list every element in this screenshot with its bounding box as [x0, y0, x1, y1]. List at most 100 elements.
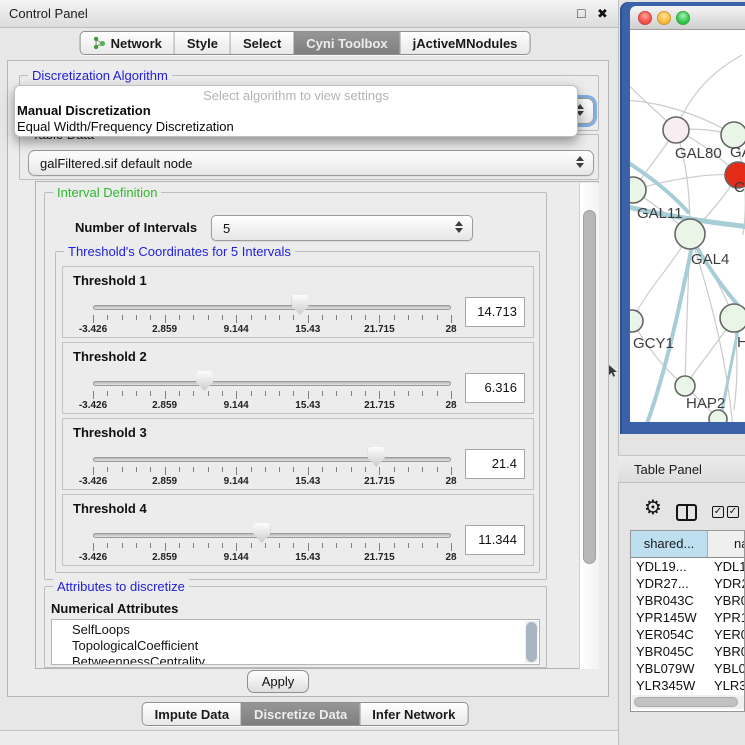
threshold-2-slider[interactable]: -3.4262.8599.14415.4321.71528 — [93, 369, 451, 413]
tick-mark — [351, 315, 352, 320]
mouse-cursor — [609, 365, 618, 377]
tick-mark — [107, 543, 108, 548]
numerical-attributes-list[interactable]: SelfLoopsTopologicalCoefficientBetweenne… — [51, 619, 540, 665]
threshold-3-value[interactable]: 21.4 — [465, 449, 525, 479]
slider-track[interactable] — [93, 457, 451, 462]
network-node[interactable] — [630, 177, 646, 203]
network-node[interactable] — [675, 376, 695, 396]
tick-mark — [107, 467, 108, 472]
gear-icon[interactable]: ⚙ — [644, 498, 662, 518]
network-node[interactable] — [663, 117, 689, 143]
tick-mark — [208, 315, 209, 320]
network-node[interactable] — [675, 219, 705, 249]
tick-mark — [150, 543, 151, 548]
tab-style[interactable]: Style — [174, 32, 230, 54]
tick-label: 9.144 — [224, 400, 249, 411]
dropdown-option-manual[interactable]: Manual Discretization — [15, 103, 577, 119]
table-row[interactable]: YBL079WYBL0 — [631, 660, 745, 677]
tick-label: 15.43 — [295, 476, 320, 487]
tick-mark — [179, 315, 180, 320]
network-node[interactable] — [720, 304, 745, 332]
tick-mark — [322, 391, 323, 396]
column-header-shared[interactable]: shared... — [631, 531, 708, 557]
slider-thumb[interactable] — [253, 523, 270, 543]
close-icon[interactable]: ✖ — [597, 6, 608, 22]
slider-tick-labels: -3.4262.8599.14415.4321.71528 — [93, 400, 451, 412]
tick-label: 28 — [445, 476, 456, 487]
slider-thumb[interactable] — [368, 447, 385, 467]
tick-mark — [308, 391, 309, 399]
tab-style-label: Style — [187, 36, 218, 51]
table-row[interactable]: YER054CYER0 — [631, 626, 745, 643]
tick-label: 9.144 — [224, 476, 249, 487]
table-row[interactable]: YBR043CYBR0 — [631, 592, 745, 609]
slider-track[interactable] — [93, 381, 451, 386]
tab-impute-data[interactable]: Impute Data — [143, 703, 241, 725]
slider-track[interactable] — [93, 533, 451, 538]
tab-select-label: Select — [243, 36, 281, 51]
tick-label: 28 — [445, 400, 456, 411]
apply-button[interactable]: Apply — [247, 670, 309, 693]
tick-mark — [437, 543, 438, 548]
column-layout-icon[interactable] — [676, 504, 697, 521]
tab-select[interactable]: Select — [230, 32, 293, 54]
tick-mark — [379, 467, 380, 475]
dropdown-option-equal-width[interactable]: Equal Width/Frequency Discretization — [15, 119, 577, 135]
number-of-intervals-label: Number of Intervals — [75, 220, 197, 235]
column-header-name[interactable]: na — [708, 531, 745, 557]
tick-mark — [222, 467, 223, 472]
close-traffic-light[interactable] — [638, 11, 652, 25]
tab-cyni-toolbox-label: Cyni Toolbox — [306, 36, 387, 51]
threshold-2-value[interactable]: 6.316 — [465, 373, 525, 403]
table-data-combobox[interactable]: galFiltered.sif default node — [28, 150, 594, 176]
table-row[interactable]: YDR27...YDR2 — [631, 575, 745, 592]
minimize-traffic-light[interactable] — [657, 11, 671, 25]
number-of-intervals-combobox[interactable]: 5 — [211, 215, 473, 241]
horizontal-scrollbar-thumb[interactable] — [634, 697, 738, 707]
attribute-list-item[interactable]: BetweennessCentrality — [52, 654, 539, 665]
settings-scrollbar-track[interactable] — [579, 183, 599, 669]
attribute-list-item[interactable]: SelfLoops — [52, 622, 539, 638]
tab-network[interactable]: Network — [81, 32, 174, 54]
tick-mark — [265, 467, 266, 472]
float-window-icon[interactable]: □ — [577, 5, 585, 21]
table-row[interactable]: YDL19...YDL1 — [631, 558, 745, 575]
checkbox-icon[interactable]: ✓ — [727, 506, 739, 518]
horizontal-scrollbar[interactable] — [632, 695, 744, 709]
tick-mark — [222, 391, 223, 396]
table-row[interactable]: YPR145WYPR1 — [631, 609, 745, 626]
threshold-4-value[interactable]: 11.344 — [465, 525, 525, 555]
threshold-row-2: Threshold 2 -3.4262.8599.14415.4321.7152… — [62, 342, 534, 414]
settings-scrollbar-thumb[interactable] — [583, 210, 596, 564]
tick-label: 28 — [445, 324, 456, 335]
tick-mark — [336, 543, 337, 548]
tick-mark — [122, 315, 123, 320]
slider-track[interactable] — [93, 305, 451, 310]
threshold-4-slider[interactable]: -3.4262.8599.14415.4321.71528 — [93, 521, 451, 565]
tab-jactivemnodules[interactable]: jActiveMNodules — [400, 32, 530, 54]
list-scrollbar[interactable] — [525, 621, 538, 663]
network-canvas[interactable]: GAL80GACGAL11GAL4GCY1HHAP2 — [630, 30, 745, 422]
threshold-1-value[interactable]: 14.713 — [465, 297, 525, 327]
node-attribute-table[interactable]: shared... na YDL19...YDL1YDR27...YDR2YBR… — [630, 530, 745, 712]
tab-discretize-data[interactable]: Discretize Data — [241, 703, 359, 725]
threshold-3-slider[interactable]: -3.4262.8599.14415.4321.71528 — [93, 445, 451, 489]
tab-cyni-toolbox[interactable]: Cyni Toolbox — [293, 32, 399, 54]
tick-mark — [136, 467, 137, 472]
table-row[interactable]: YLR345WYLR3 — [631, 677, 745, 694]
tab-infer-network[interactable]: Infer Network — [359, 703, 467, 725]
checkbox-icon[interactable]: ✓ — [712, 506, 724, 518]
slider-ticks — [93, 543, 451, 552]
zoom-traffic-light[interactable] — [676, 11, 690, 25]
attribute-list-item[interactable]: TopologicalCoefficient — [52, 638, 539, 654]
threshold-1-slider[interactable]: -3.4262.8599.14415.4321.71528 — [93, 293, 451, 337]
slider-thumb[interactable] — [196, 371, 213, 391]
combo-arrows-icon — [455, 221, 463, 233]
table-row[interactable]: YBR045CYBR0 — [631, 643, 745, 660]
tick-mark — [451, 467, 452, 475]
slider-thumb[interactable] — [292, 295, 309, 315]
network-node[interactable] — [630, 310, 643, 332]
tick-label: -3.426 — [79, 476, 107, 487]
dropdown-prompt-option[interactable]: Select algorithm to view settings — [15, 88, 577, 103]
tick-mark — [122, 543, 123, 548]
